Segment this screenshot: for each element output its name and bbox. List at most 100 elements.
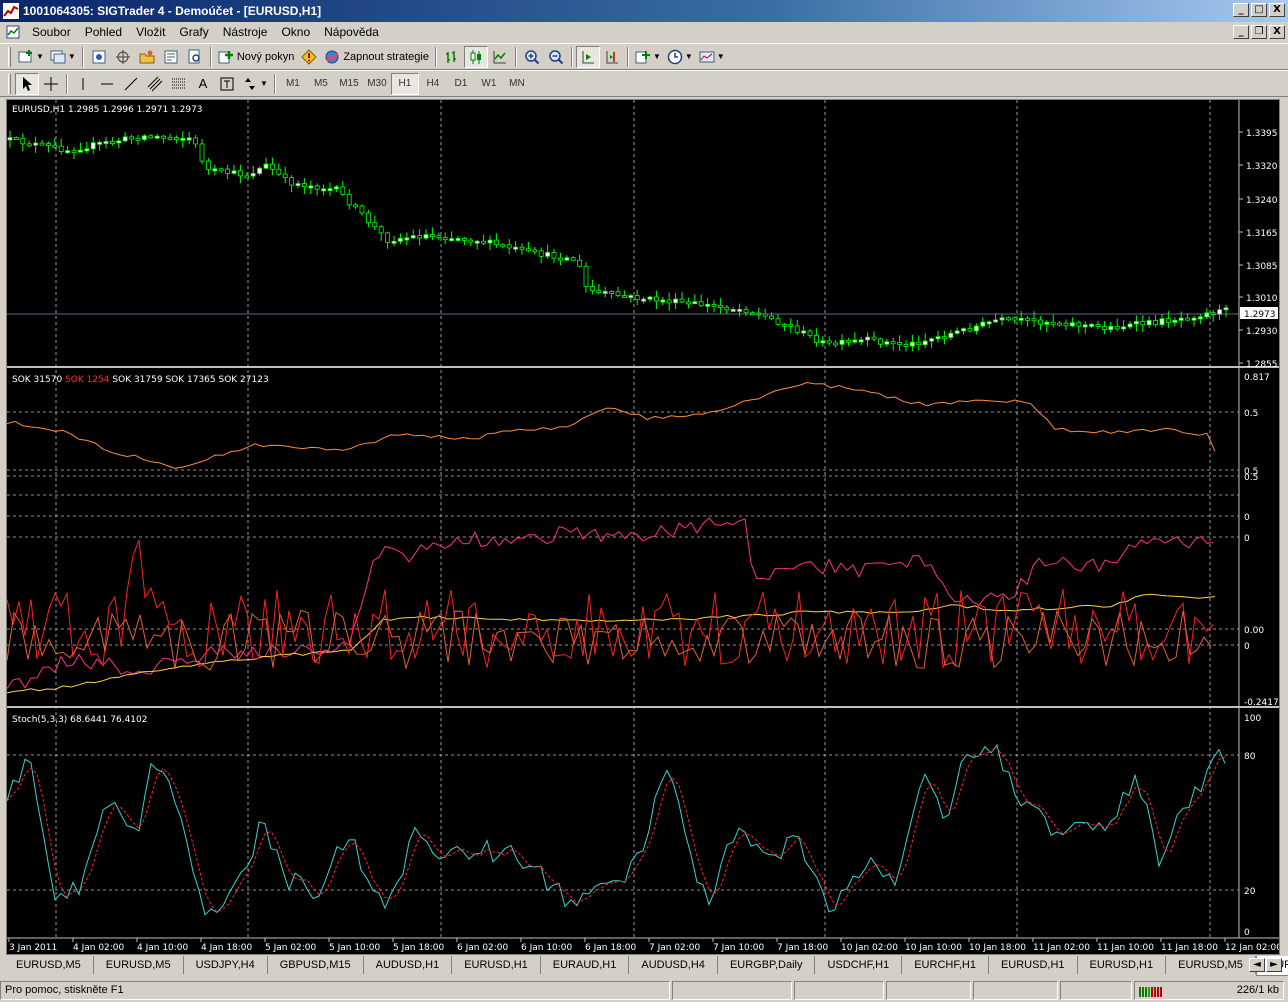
time-axis-label: 4 Jan 02:00 — [73, 943, 125, 953]
connection-status[interactable]: 226/1 kb — [1134, 981, 1284, 1000]
trendline-button[interactable] — [119, 73, 143, 95]
menu-soubor[interactable]: Soubor — [25, 22, 78, 42]
timeframe-mn-button[interactable]: MN — [503, 73, 531, 95]
menu-napoveda[interactable]: Nápověda — [317, 22, 386, 42]
timeframe-w1-button[interactable]: W1 — [475, 73, 503, 95]
vertical-line-button[interactable] — [71, 73, 95, 95]
chart-shift-button[interactable] — [600, 46, 624, 68]
arrows-button[interactable]: ▼ — [239, 73, 271, 95]
tab-scroll-right-button[interactable]: ► — [1266, 958, 1282, 972]
chart-tab[interactable]: EURGBP,Daily — [718, 956, 816, 974]
periods-button[interactable]: ▼ — [664, 46, 696, 68]
chart-tab[interactable]: EURCHF,H1 — [902, 956, 989, 974]
tab-scroll-left-button[interactable]: ◄ — [1249, 958, 1265, 972]
fibonacci-button[interactable] — [167, 73, 191, 95]
toolbar-separator — [81, 46, 84, 67]
meta-editor-button[interactable] — [297, 46, 321, 68]
vertical-line-icon — [82, 77, 84, 90]
chart-tab[interactable]: GBPUSD,M15 — [268, 956, 364, 974]
maximize-button[interactable]: □ — [1251, 3, 1267, 17]
chart-shift-icon — [606, 50, 618, 63]
line-chart-button[interactable] — [488, 46, 512, 68]
crosshair-tool-button[interactable] — [39, 73, 63, 95]
time-axis-label: 3 Jan 2011 — [9, 943, 57, 953]
chart-tab[interactable]: AUDUSD,H4 — [629, 956, 718, 974]
timeframe-d1-button[interactable]: D1 — [447, 73, 475, 95]
start-strategy-button[interactable]: Zapnout strategie — [321, 46, 432, 68]
title-bar[interactable]: 1001064305: SIGTrader 4 - Demoúčet - [EU… — [0, 0, 1288, 22]
status-cell — [672, 981, 792, 1000]
status-cell — [794, 981, 884, 1000]
new-order-button[interactable]: Nový pokyn — [215, 46, 297, 68]
chart-tab[interactable]: EURUSD,M5 — [94, 956, 184, 974]
crosshair-target-icon — [115, 49, 130, 64]
timeframe-m15-button[interactable]: M15 — [335, 73, 363, 95]
chart-tab[interactable]: EURAUD,H1 — [541, 956, 630, 974]
timeframe-m30-button[interactable]: M30 — [363, 73, 391, 95]
tester-button[interactable] — [183, 46, 207, 68]
time-axis-label: 4 Jan 18:00 — [201, 943, 253, 953]
close-button[interactable]: X — [1269, 3, 1285, 17]
mdi-close-button[interactable]: X — [1269, 25, 1285, 39]
chart-tab[interactable]: AUDUSD,H1 — [364, 956, 453, 974]
document-icon[interactable] — [5, 24, 21, 40]
text-label-button[interactable] — [215, 73, 239, 95]
time-axis-label: 7 Jan 02:00 — [649, 943, 701, 953]
chart-tab[interactable]: EURUSD,H1 — [452, 956, 541, 974]
minimize-button[interactable]: _ — [1233, 3, 1249, 17]
equidistant-channel-button[interactable] — [143, 73, 167, 95]
timeframe-m5-button[interactable]: M5 — [307, 73, 335, 95]
chart-tab[interactable]: USDJPY,H4 — [184, 956, 268, 974]
menu-pohled[interactable]: Pohled — [78, 22, 129, 42]
auto-scroll-icon — [582, 50, 594, 63]
stoch-axis-tick: 20 — [1244, 887, 1256, 897]
navigator-button[interactable] — [135, 46, 159, 68]
menu-nastroje[interactable]: Nástroje — [216, 22, 275, 42]
chart-tab[interactable]: EURUSD,H1 — [1078, 956, 1167, 974]
toolbar-separator — [514, 46, 517, 67]
candlestick-chart-button[interactable] — [463, 45, 488, 68]
templates-button[interactable]: ▼ — [696, 46, 728, 68]
mdi-restore-button[interactable]: ❐ — [1251, 25, 1267, 39]
price-axis-tick: 1.3240 — [1246, 196, 1278, 206]
data-window-button[interactable] — [111, 46, 135, 68]
horizontal-line-button[interactable] — [95, 73, 119, 95]
new-chart-button[interactable]: ▼ — [15, 46, 47, 68]
zoom-out-icon — [549, 49, 564, 64]
menu-okno[interactable]: Okno — [274, 22, 317, 42]
chart-labels: 1.3395 1.3320 1.3240 1.3165 1.3085 1.3010 1.29… — [7, 105, 1279, 953]
toolbar-grip[interactable] — [8, 46, 11, 67]
zoom-in-button[interactable] — [520, 46, 544, 68]
bar-chart-button[interactable] — [440, 46, 464, 68]
chart-window[interactable]: 1.3395 1.3320 1.3240 1.3165 1.3085 1.3010 1.29… — [6, 99, 1280, 955]
text-tool-button[interactable]: A — [191, 73, 215, 95]
auto-scroll-button[interactable] — [575, 45, 600, 68]
price-axis-tick: 1.3010 — [1246, 294, 1278, 304]
mdi-minimize-button[interactable]: _ — [1233, 25, 1249, 39]
traffic-label: 226/1 kb — [1236, 984, 1279, 996]
timeframe-h4-button[interactable]: H4 — [419, 73, 447, 95]
price-chart[interactable]: 1.3395 1.3320 1.3240 1.3165 1.3085 1.3010 1.29… — [7, 100, 1279, 954]
chart-tab[interactable]: EURUSD,M5 — [1166, 956, 1256, 974]
timeframe-m1-button[interactable]: M1 — [279, 73, 307, 95]
indicators-button[interactable]: ▼ — [632, 46, 664, 68]
chart-tab[interactable]: USDCHF,H1 — [815, 956, 903, 974]
status-cell — [973, 981, 1058, 1000]
chart-tab[interactable]: EURUSD,M5 — [4, 956, 94, 974]
zoom-out-button[interactable] — [544, 46, 568, 68]
timeframe-h1-button[interactable]: H1 — [390, 72, 419, 95]
cursor-tool-button[interactable] — [15, 72, 39, 95]
sok-axis-tick: -0.2417 — [1244, 698, 1279, 708]
stoch-signal-line — [7, 747, 1226, 913]
terminal-button[interactable] — [159, 46, 183, 68]
market-watch-button[interactable] — [87, 46, 111, 68]
menu-vlozit[interactable]: Vložit — [129, 22, 172, 42]
toolbar-grip[interactable] — [8, 73, 11, 94]
chart-tab[interactable]: EURUSD,H1 — [989, 956, 1078, 974]
profiles-button[interactable]: ▼ — [47, 46, 79, 68]
dropdown-arrow-icon: ▼ — [716, 52, 725, 61]
time-axis-label: 6 Jan 02:00 — [457, 943, 509, 953]
chart-tabs: EURUSD,M5 EURUSD,M5 USDJPY,H4 GBPUSD,M15 AUD… — [4, 956, 1288, 976]
connection-bars-icon — [1139, 986, 1162, 997]
menu-grafy[interactable]: Grafy — [172, 22, 215, 42]
